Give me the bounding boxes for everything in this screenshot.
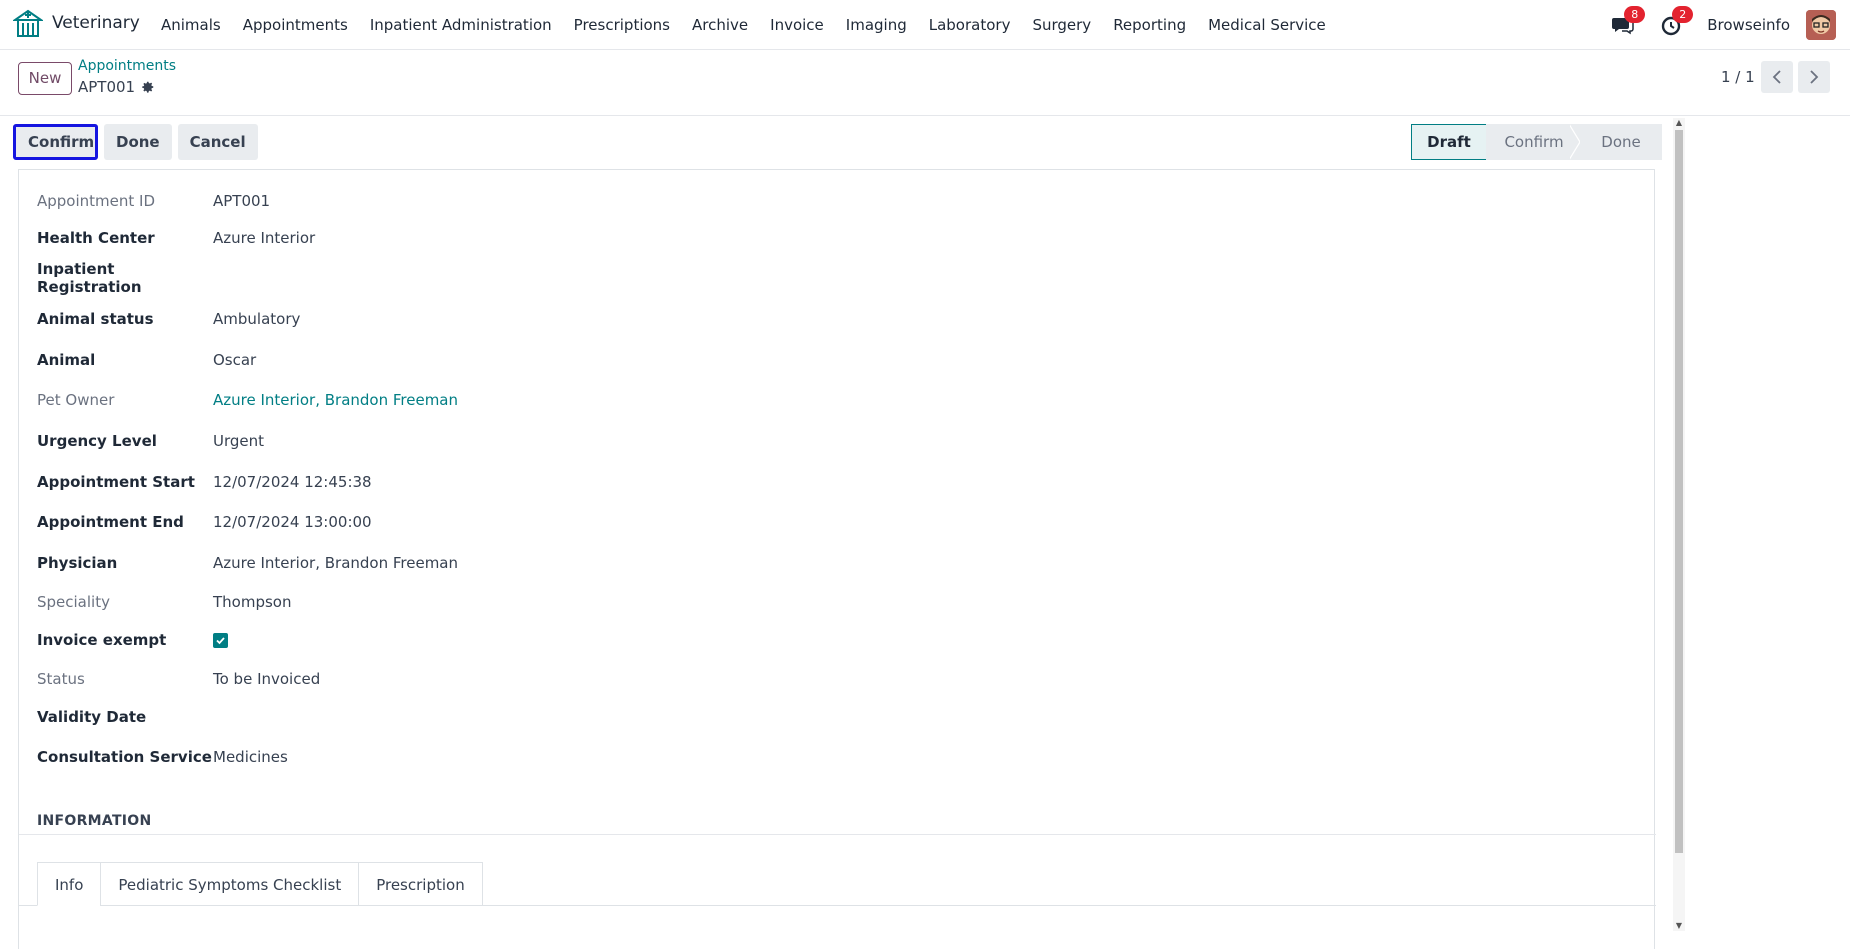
menu-item-appointments[interactable]: Appointments [232, 16, 359, 34]
invoice-exempt-checkbox[interactable] [213, 632, 228, 648]
pager-next-button[interactable] [1798, 61, 1830, 93]
stage-done[interactable]: Done [1580, 124, 1662, 160]
menu-item-reporting[interactable]: Reporting [1102, 16, 1197, 34]
form-sheet: Appointment ID APT001 Health Center Azur… [18, 169, 1656, 949]
pet-owner-link[interactable]: Azure Interior, Brandon Freeman [213, 391, 458, 409]
user-avatar-icon [1806, 9, 1836, 40]
field-appointment-start[interactable]: Appointment Start 12/07/2024 12:45:38 [37, 470, 1637, 494]
section-divider [19, 834, 1656, 835]
systray: 8 2 Browseinfo [1611, 0, 1850, 49]
scroll-down-arrow-icon[interactable]: ▼ [1674, 921, 1684, 931]
field-label: Appointment ID [37, 192, 156, 210]
field-label: Appointment Start [37, 473, 195, 491]
activities-button[interactable]: 2 [1659, 5, 1694, 37]
field-label: Physician [37, 554, 118, 572]
company-switcher[interactable]: Browseinfo [1707, 16, 1790, 34]
field-animal[interactable]: Animal Oscar [37, 348, 1637, 372]
field-label: Invoice exempt [37, 631, 167, 649]
control-panel: New Appointments APT001 1 / 1 [0, 50, 1850, 116]
field-inpatient-registration[interactable]: Inpatient Registration [37, 260, 1637, 296]
field-invoice-exempt[interactable]: Invoice exempt [37, 628, 1637, 652]
field-appointment-id: Appointment ID APT001 [37, 189, 1637, 213]
tab-prescription[interactable]: Prescription [358, 862, 483, 906]
section-title-information: INFORMATION [37, 813, 152, 829]
form-scrollbar[interactable]: ▲ ▼ [1673, 118, 1685, 931]
menu-item-animals[interactable]: Animals [150, 16, 232, 34]
field-value[interactable]: Oscar [213, 351, 256, 369]
field-label: Validity Date [37, 708, 147, 726]
field-value[interactable]: Ambulatory [213, 310, 300, 328]
messages-button[interactable]: 8 [1611, 5, 1646, 37]
scroll-up-arrow-icon[interactable]: ▲ [1674, 118, 1684, 128]
field-label: Speciality [37, 593, 110, 611]
field-urgency-level[interactable]: Urgency Level Urgent [37, 429, 1637, 453]
field-label: Status [37, 670, 85, 688]
cancel-button[interactable]: Cancel [177, 124, 258, 160]
field-value[interactable]: Medicines [213, 748, 288, 766]
field-value: Thompson [213, 593, 292, 611]
activities-badge: 2 [1672, 5, 1694, 23]
breadcrumb-current-record: APT001 [78, 78, 155, 96]
field-animal-status[interactable]: Animal status Ambulatory [37, 307, 1637, 331]
field-appointment-end[interactable]: Appointment End 12/07/2024 13:00:00 [37, 510, 1637, 534]
menu-item-laboratory[interactable]: Laboratory [918, 16, 1022, 34]
field-label: Health Center [37, 229, 155, 247]
field-label: Animal [37, 351, 96, 369]
field-label: Consultation Service [37, 748, 212, 766]
menu-item-archive[interactable]: Archive [681, 16, 759, 34]
breadcrumb-appointments[interactable]: Appointments [78, 58, 176, 74]
tab-info[interactable]: Info [37, 862, 102, 906]
field-pet-owner[interactable]: Pet Owner Azure Interior, Brandon Freema… [37, 388, 1637, 412]
chevron-left-icon [1772, 70, 1781, 84]
checkmark-icon [216, 636, 225, 644]
menu-item-inpatient-administration[interactable]: Inpatient Administration [359, 16, 563, 34]
field-speciality: Speciality Thompson [37, 590, 1637, 614]
record-title: APT001 [78, 78, 136, 96]
field-health-center[interactable]: Health Center Azure Interior [37, 226, 1637, 250]
field-consultation-service[interactable]: Consultation Service Medicines [37, 745, 1637, 769]
menu-item-surgery[interactable]: Surgery [1021, 16, 1102, 34]
field-value[interactable]: Urgent [213, 432, 264, 450]
field-label: Appointment End [37, 513, 184, 531]
user-avatar[interactable] [1806, 9, 1836, 40]
menu-item-imaging[interactable]: Imaging [835, 16, 918, 34]
menu-item-medical-service[interactable]: Medical Service [1197, 16, 1337, 34]
field-validity-date[interactable]: Validity Date [37, 705, 1637, 729]
status-stages: Draft Confirm Done [1411, 124, 1662, 160]
field-label: Pet Owner [37, 391, 115, 409]
field-status: Status To be Invoiced [37, 667, 1637, 691]
stage-draft[interactable]: Draft [1411, 124, 1487, 160]
menu-item-prescriptions[interactable]: Prescriptions [563, 16, 681, 34]
stage-confirm[interactable]: Confirm [1486, 124, 1570, 160]
field-label: Animal status [37, 310, 154, 328]
pager-previous-button[interactable] [1761, 61, 1793, 93]
menu-item-invoice[interactable]: Invoice [759, 16, 835, 34]
field-value: APT001 [213, 192, 271, 210]
field-value[interactable]: 12/07/2024 13:00:00 [213, 513, 372, 531]
field-value[interactable]: Azure Interior, Brandon Freeman [213, 554, 458, 572]
field-label: Urgency Level [37, 432, 157, 450]
new-button[interactable]: New [18, 62, 72, 95]
field-label: Inpatient Registration [37, 260, 142, 296]
veterinary-app-icon[interactable] [13, 9, 43, 39]
chevron-right-icon [1810, 70, 1819, 84]
messages-badge: 8 [1624, 5, 1646, 23]
field-physician[interactable]: Physician Azure Interior, Brandon Freema… [37, 551, 1637, 575]
done-button[interactable]: Done [104, 124, 172, 160]
scrollbar-thumb[interactable] [1675, 130, 1683, 853]
gear-icon[interactable] [141, 80, 155, 94]
field-value[interactable]: Azure Interior [213, 229, 315, 247]
field-value[interactable]: 12/07/2024 12:45:38 [213, 473, 372, 491]
tab-pediatric-symptoms-checklist[interactable]: Pediatric Symptoms Checklist [100, 862, 360, 906]
confirm-button[interactable]: Confirm [13, 124, 98, 160]
statusbar-buttons: Confirm Done Cancel [13, 124, 264, 160]
main-menu: Animals Appointments Inpatient Administr… [150, 0, 1337, 49]
top-navbar: Veterinary Animals Appointments Inpatien… [0, 0, 1850, 50]
notebook-tabs: Info Pediatric Symptoms Checklist Prescr… [37, 862, 483, 906]
field-value: To be Invoiced [213, 670, 321, 688]
pager-value[interactable]: 1 / 1 [1721, 68, 1755, 86]
app-name[interactable]: Veterinary [52, 13, 140, 33]
